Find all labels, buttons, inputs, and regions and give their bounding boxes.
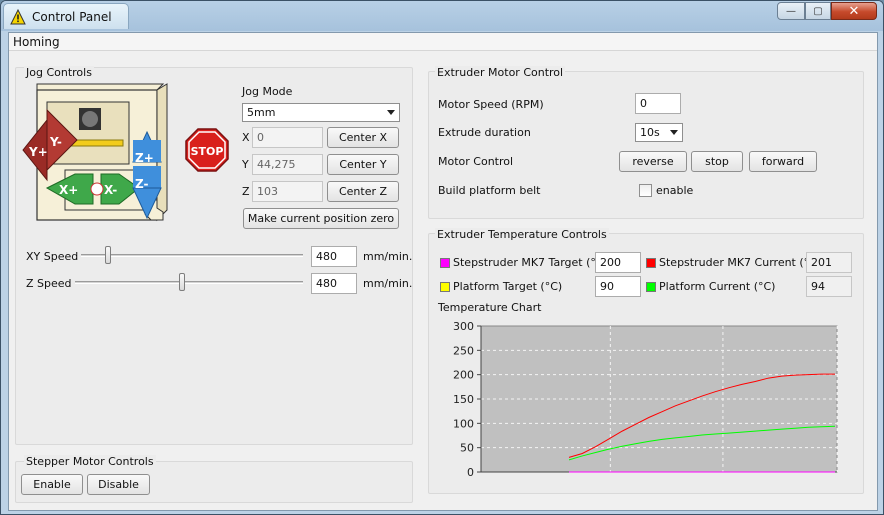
chevron-down-icon [670,130,678,135]
client-area: Homing Jog Controls Y+ Y- X+ X- Z+ Z- ST… [8,32,878,511]
build-platform-belt-label: Build platform belt [438,184,541,197]
jog-mode-label: Jog Mode [242,85,293,98]
enable-stepper-button[interactable]: Enable [21,474,83,495]
target-temp-field[interactable]: 200 [595,252,641,273]
extrude-duration-label: Extrude duration [438,126,531,139]
jog-mode-value: 5mm [247,106,276,119]
chart-y-tick-label: 300 [453,320,474,333]
xy-speed-label: XY Speed [26,250,79,263]
stop-label: STOP [191,145,224,158]
chart-y-tick-label: 100 [453,417,474,430]
temperature-chart-title: Temperature Chart [438,301,542,314]
x-axis-label: X [242,131,250,144]
center-y-button[interactable]: Center Y [327,154,399,175]
xy-speed-slider[interactable] [104,246,111,264]
z-speed-field[interactable]: 480 [311,273,357,294]
motor-speed-label: Motor Speed (RPM) [438,98,544,111]
xy-speed-unit: mm/min. [363,250,413,263]
chart-y-tick-label: 250 [453,344,474,357]
platform-target-color-swatch [440,282,450,292]
platform-current-color-swatch [646,282,656,292]
y-plus-arrow[interactable]: Y+ [22,118,48,182]
menu-bar: Homing [9,33,877,51]
y-plus-label: Y+ [28,145,48,159]
motor-speed-field[interactable]: 0 [635,93,681,114]
stop-motor-button[interactable]: stop [691,151,743,172]
title-bar[interactable]: Control Panel — ▢ ✕ [1,1,883,31]
close-button[interactable]: ✕ [831,2,877,20]
platform-current-label: Platform Current (°C) [659,280,776,293]
chart-y-tick-label: 0 [467,466,474,479]
xy-speed-field[interactable]: 480 [311,246,357,267]
chart-y-tick-label: 150 [453,393,474,406]
z-speed-label: Z Speed [26,277,72,290]
belt-enable-checkbox[interactable] [639,184,652,197]
make-position-zero-button[interactable]: Make current position zero [243,208,399,229]
warning-icon [10,9,26,25]
platform-target-field[interactable]: 90 [595,276,641,297]
temperature-chart: 0 50 100 150 200 250 300 [433,320,841,480]
chevron-down-icon [387,110,395,115]
z-plus-label: Z+ [135,151,154,165]
reverse-button[interactable]: reverse [619,151,687,172]
current-temp-field: 201 [806,252,852,273]
title-tab: Control Panel [3,3,129,29]
platform-current-field: 94 [806,276,852,297]
current-color-swatch [646,258,656,268]
y-axis-label: Y [242,158,249,171]
y-position-field: 44,275 [252,154,323,175]
current-temp-label: Stepstruder MK7 Current (°C) [659,256,822,269]
jog-mode-select[interactable]: 5mm [242,103,400,122]
forward-button[interactable]: forward [749,151,817,172]
extruder-motor-title: Extruder Motor Control [435,66,566,79]
menu-homing[interactable]: Homing [13,35,60,49]
z-speed-slider[interactable] [179,273,186,291]
belt-enable-label: enable [656,184,694,197]
center-z-button[interactable]: Center Z [327,181,399,202]
platform-target-label: Platform Target (°C) [453,280,563,293]
target-temp-label: Stepstruder MK7 Target (°C) [453,256,608,269]
control-panel-window: Control Panel — ▢ ✕ Homing Jog Controls [0,0,884,515]
z-speed-slider-track [75,281,303,284]
maximize-button[interactable]: ▢ [805,2,831,20]
target-color-swatch [440,258,450,268]
y-minus-label: Y- [49,135,62,149]
z-speed-unit: mm/min. [363,277,413,290]
makerbot-logo-icon [90,182,104,196]
chart-y-tick-label: 200 [453,369,474,382]
minimize-button[interactable]: — [777,2,805,20]
temperature-title: Extruder Temperature Controls [435,228,609,241]
motor-control-label: Motor Control [438,155,514,168]
temperature-chart-svg: 0 50 100 150 200 250 300 [453,320,838,479]
stepper-motor-title: Stepper Motor Controls [24,455,156,468]
window-title: Control Panel [32,10,112,24]
disable-stepper-button[interactable]: Disable [87,474,150,495]
z-minus-label: Z- [135,177,148,191]
x-plus-label: X+ [59,183,78,197]
extrude-duration-value: 10s [640,126,660,139]
stop-button[interactable]: STOP [185,128,229,172]
x-minus-label: X- [104,183,117,197]
xy-speed-slider-track [81,254,303,257]
chart-y-tick-label: 50 [460,442,474,455]
z-axis-label: Z [242,185,250,198]
printer-jog-graphic: Y+ Y- X+ X- Z+ Z- [22,83,168,222]
jog-controls-title: Jog Controls [24,66,94,79]
center-x-button[interactable]: Center X [327,127,399,148]
x-position-field: 0 [252,127,323,148]
extrude-duration-select[interactable]: 10s [635,123,683,142]
z-position-field: 103 [252,181,323,202]
